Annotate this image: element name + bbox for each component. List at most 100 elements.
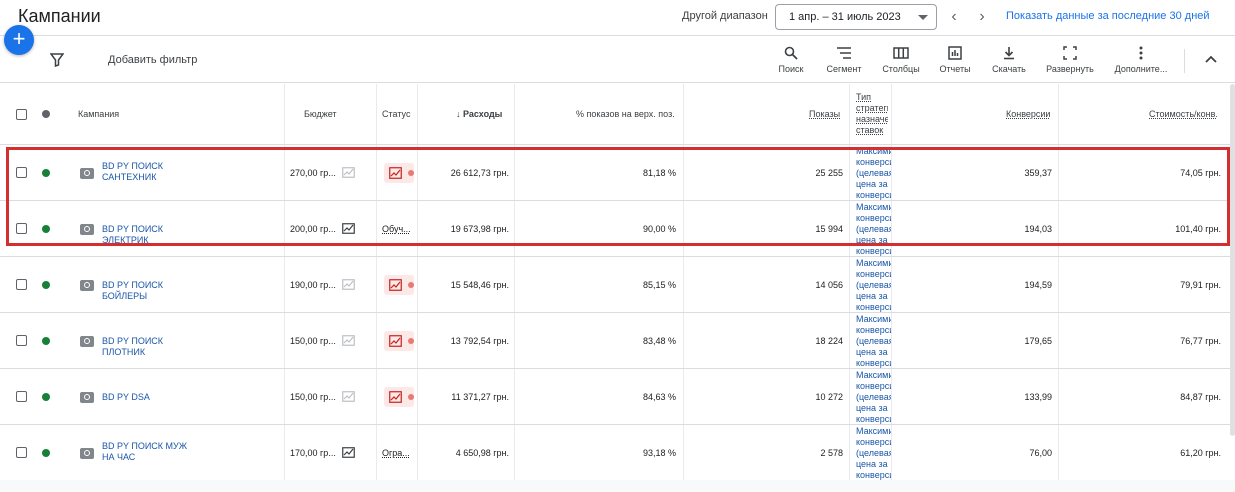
cost-per-conv-value: 61,20 грн. [1180,448,1221,458]
vertical-scrollbar[interactable] [1230,84,1235,436]
cost-per-conv-value: 79,91 грн. [1180,280,1221,290]
header-budget[interactable]: Бюджет [304,109,337,119]
date-range-value: 1 апр. – 31 июль 2023 [789,11,901,23]
campaign-name-link[interactable]: BD PY DSA [102,392,202,403]
status-text[interactable]: Огра... [382,448,410,458]
bid-strategy-link[interactable]: Максимизация конверсий (целевая цена за … [856,258,892,312]
top-impr-value: 81,18 % [642,168,676,178]
tool-reports[interactable]: Отчеты [937,46,973,74]
budget-chart-icon[interactable] [342,391,355,402]
tool-download[interactable]: Скачать [989,46,1029,74]
conversions-value: 359,37 [1024,168,1052,178]
chevron-left-icon[interactable]: ‹ [944,7,964,27]
budget-value[interactable]: 270,00 гр... [290,168,336,178]
campaign-name-link[interactable]: BD PY ПОИСК БОЙЛЕРЫ [102,280,202,302]
impressions-value: 25 255 [815,168,843,178]
header-campaign[interactable]: Кампания [78,109,119,119]
status-warning-badge[interactable] [384,387,414,407]
cost-per-conv-value: 74,05 грн. [1180,168,1221,178]
enabled-status-dot [42,393,50,401]
conversions-value: 133,99 [1024,392,1052,402]
row-checkbox[interactable] [16,223,27,234]
reports-icon [948,46,962,60]
status-warning-badge[interactable] [384,275,414,295]
bid-strategy-link[interactable]: Максимизация конверсий (целевая цена за … [856,146,892,200]
show-last-30-days-link[interactable]: Показать данные за последние 30 дней [1006,10,1210,22]
status-warning-badge[interactable] [384,331,414,351]
cost-value: 13 792,54 грн. [450,336,509,346]
campaign-name-link[interactable]: BD PY ПОИСК ПЛОТНИК [102,336,202,358]
header-bid-strategy[interactable]: Тип стратегии назначения ставок [856,92,888,140]
budget-value[interactable]: 150,00 гр... [290,392,336,402]
trend-chart-icon [389,279,402,291]
table-row[interactable]: BD PY ПОИСК БОЙЛЕРЫ 190,00 гр... 15 548,46… [0,257,1235,313]
tool-expand-label: Развернуть [1046,64,1094,74]
status-warning-badge[interactable] [384,163,414,183]
header-cost-per-conv[interactable]: Стоимость/конв. [1149,109,1218,119]
table-row[interactable]: BD PY DSA 150,00 гр... 11 371,27 грн. 84,63… [0,369,1235,425]
campaign-name-link[interactable]: BD PY ПОИСК САНТЕХНИК [102,161,202,183]
table-row[interactable]: BD PY ПОИСК ЭЛЕКТРИК 200,00 гр... Обуч... 1… [0,201,1235,257]
row-checkbox[interactable] [16,167,27,178]
tool-columns-label: Столбцы [882,64,920,74]
budget-chart-icon[interactable] [342,279,355,290]
table-row[interactable]: BD PY ПОИСК ПЛОТНИК 150,00 гр... 13 792,54… [0,313,1235,369]
tool-reports-label: Отчеты [939,64,971,74]
budget-chart-icon[interactable] [342,223,355,234]
row-checkbox[interactable] [16,279,27,290]
select-all-checkbox[interactable] [16,109,27,120]
cost-value: 4 650,98 грн. [455,448,509,458]
date-range-select[interactable]: 1 апр. – 31 июль 2023 [775,4,937,30]
budget-chart-icon[interactable] [342,167,355,178]
tool-more-label: Дополните... [1114,64,1168,74]
header-cost[interactable]: ↓ Расходы [456,109,502,119]
cost-value: 15 548,46 грн. [450,280,509,290]
header-status[interactable]: Статус [382,109,410,119]
budget-value[interactable]: 170,00 гр... [290,448,336,458]
bid-strategy-link[interactable]: Максимизация конверсий (целевая цена за … [856,426,892,480]
row-checkbox[interactable] [16,335,27,346]
status-text[interactable]: Обуч... [382,224,411,234]
budget-value[interactable]: 190,00 гр... [290,280,336,290]
more-icon [1139,46,1143,60]
budget-chart-icon[interactable] [342,447,355,458]
bid-strategy-link[interactable]: Максимизация конверсий (целевая цена за … [856,202,892,256]
filter-icon[interactable] [50,53,64,67]
campaign-name-link[interactable]: BD PY ПОИСК МУЖ НА ЧАС [102,441,202,463]
segment-icon [837,47,851,59]
header-impressions[interactable]: Показы [809,109,840,119]
cost-value: 26 612,73 грн. [450,168,509,178]
impressions-value: 15 994 [815,224,843,234]
chevron-up-icon[interactable] [1203,51,1219,67]
tool-search[interactable]: Поиск [776,46,806,74]
budget-value[interactable]: 200,00 гр... [290,224,336,234]
conversions-value: 194,03 [1024,224,1052,234]
add-filter-button[interactable]: Добавить фильтр [108,54,197,66]
search-campaign-icon [80,280,94,291]
tool-segment[interactable]: Сегмент [824,46,864,74]
table-row[interactable]: BD PY ПОИСК МУЖ НА ЧАС 170,00 гр... Огра..… [0,425,1235,481]
add-campaign-button[interactable]: + [4,25,34,55]
campaign-name-link[interactable]: BD PY ПОИСК ЭЛЕКТРИК [102,224,202,246]
impressions-value: 14 056 [815,280,843,290]
tool-expand[interactable]: Развернуть [1043,46,1097,74]
header-conversions[interactable]: Конверсии [1006,109,1050,119]
cost-per-conv-value: 84,87 грн. [1180,392,1221,402]
budget-value[interactable]: 150,00 гр... [290,336,336,346]
table-footer-strip [0,480,1235,492]
budget-chart-icon[interactable] [342,335,355,346]
tool-columns[interactable]: Столбцы [880,46,922,74]
conversions-value: 194,59 [1024,280,1052,290]
search-campaign-icon [80,168,94,179]
page-title: Кампании [18,6,101,26]
tool-more[interactable]: Дополните... [1113,46,1169,74]
bid-strategy-link[interactable]: Максимизация конверсий (целевая цена за … [856,314,892,368]
bid-strategy-link[interactable]: Максимизация конверсий (целевая цена за … [856,370,892,424]
table-row[interactable]: BD PY ПОИСК САНТЕХНИК 270,00 гр... 26 612,… [0,145,1235,201]
header-top-impr[interactable]: % показов на верх. поз. [576,109,675,119]
warning-dot-icon [408,282,414,288]
impressions-value: 10 272 [815,392,843,402]
row-checkbox[interactable] [16,447,27,458]
row-checkbox[interactable] [16,391,27,402]
chevron-right-icon[interactable]: › [972,7,992,27]
